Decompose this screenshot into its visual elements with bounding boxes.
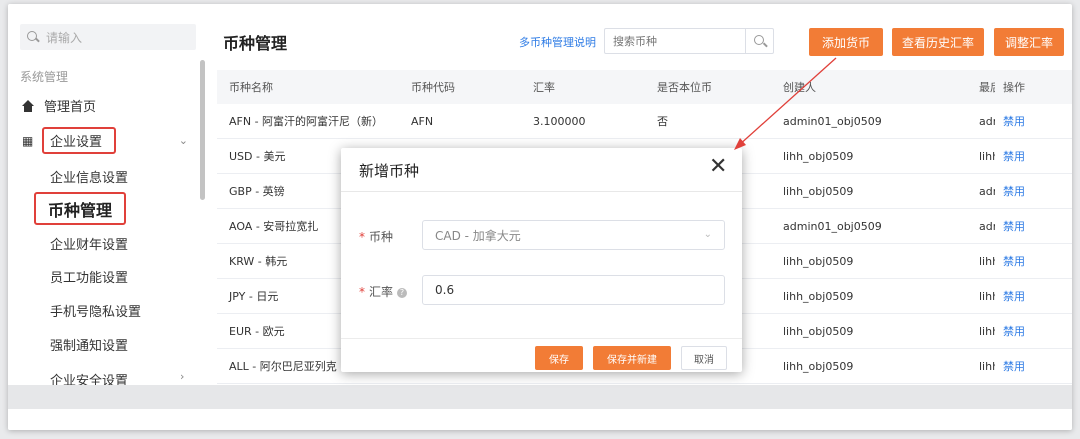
footer-spacer	[8, 409, 1072, 430]
table-cell-creator: admin01_obj0509	[783, 114, 882, 128]
table-cell-code: AFN	[411, 114, 434, 128]
table-cell-last: admi	[979, 184, 995, 198]
column-header: 汇率	[533, 81, 555, 94]
rate-label-text: 汇率	[369, 285, 394, 299]
footer-scroll-area	[8, 385, 1072, 409]
disable-link[interactable]: 禁用	[1003, 115, 1025, 128]
history-rate-button[interactable]: 查看历史汇率	[892, 28, 984, 56]
disable-link[interactable]: 禁用	[1003, 150, 1025, 163]
save-button[interactable]: 保存	[535, 346, 583, 370]
dialog-title: 新增币种	[359, 162, 420, 180]
disable-link[interactable]: 禁用	[1003, 220, 1025, 233]
save-and-new-button[interactable]: 保存并新建	[593, 346, 671, 370]
table-cell-base: 否	[657, 115, 668, 128]
divider	[341, 191, 742, 192]
grid-icon: ▦	[22, 133, 34, 148]
currency-select-value: CAD - 加拿大元	[435, 228, 521, 243]
table-cell-creator: lihh_obj0509	[783, 359, 854, 373]
disable-link[interactable]: 禁用	[1003, 185, 1025, 198]
column-header: 创建人	[783, 81, 816, 94]
close-icon[interactable]: ✕	[709, 156, 727, 178]
table-cell-action: 禁用	[995, 218, 1055, 234]
sidebar-item-forced-notice[interactable]: 强制通知设置	[50, 335, 128, 354]
table-cell-last: lihh_	[979, 289, 995, 303]
table-cell-creator: lihh_obj0509	[783, 324, 854, 338]
disable-link[interactable]: 禁用	[1003, 325, 1025, 338]
column-header: 最后	[979, 81, 995, 94]
page-title: 币种管理	[223, 34, 288, 53]
column-header: 是否本位币	[657, 81, 712, 94]
currency-select[interactable]: CAD - 加拿大元 ⌄	[422, 220, 725, 250]
currency-field-label: * 币种	[359, 228, 393, 245]
table-cell-creator: lihh_obj0509	[783, 289, 854, 303]
chevron-down-icon: ⌄	[703, 229, 712, 240]
sidebar-item-company-settings[interactable]: ▦ 企业设置 ⌄	[22, 127, 194, 154]
table-cell-last: lihh_	[979, 359, 995, 373]
help-icon[interactable]: ?	[397, 288, 408, 298]
disable-link[interactable]: 禁用	[1003, 360, 1025, 373]
currency-help-link[interactable]: 多币种管理说明	[519, 34, 596, 50]
chevron-right-icon: ›	[180, 370, 185, 383]
table-cell-last: lihh_	[979, 149, 995, 163]
table-cell-creator: lihh_obj0509	[783, 254, 854, 268]
currency-search-input[interactable]	[605, 29, 745, 53]
divider	[341, 338, 742, 339]
column-header: 操作	[1003, 81, 1025, 94]
table-header: 币种名称 币种代码 汇率 是否本位币 创建人 最后 操作	[217, 70, 1072, 104]
table-cell-creator: lihh_obj0509	[783, 149, 854, 163]
cancel-button[interactable]: 取消	[681, 346, 727, 370]
table-cell-action: 禁用	[995, 288, 1055, 304]
sidebar-item-currency[interactable]: 币种管理	[34, 192, 127, 225]
table-cell-creator: admin01_obj0509	[783, 219, 882, 233]
add-currency-dialog: 新增币种 ✕ * 币种 CAD - 加拿大元 ⌄ * 汇率? 保存 保存并新建 取消	[341, 148, 742, 372]
sidebar-search[interactable]: 请输入	[20, 24, 196, 50]
rate-field-label: * 汇率?	[359, 283, 408, 300]
table-cell-action: 禁用	[995, 148, 1055, 164]
sidebar-item-employee-function[interactable]: 员工功能设置	[50, 267, 128, 286]
adjust-rate-button[interactable]: 调整汇率	[994, 28, 1064, 56]
table-cell-last: admi	[979, 219, 995, 233]
sidebar-search-placeholder: 请输入	[46, 30, 83, 45]
column-header: 币种名称	[229, 81, 273, 94]
sidebar-item-company-info[interactable]: 企业信息设置	[50, 167, 128, 186]
table-cell-creator: lihh_obj0509	[783, 184, 854, 198]
sidebar-item-fiscal-year[interactable]: 企业财年设置	[50, 234, 128, 253]
table-cell-last: lihh_	[979, 254, 995, 268]
table-cell-action: 禁用	[995, 358, 1055, 374]
required-mark: *	[359, 230, 365, 244]
table-cell-action: 禁用	[995, 253, 1055, 269]
chevron-down-icon: ⌄	[178, 134, 188, 147]
sidebar-item-phone-privacy[interactable]: 手机号隐私设置	[50, 301, 141, 320]
column-header: 币种代码	[411, 81, 455, 94]
sidebar: 请输入 系统管理 管理首页 ▦ 企业设置 ⌄ 企业信息设置 币种管理 企业财年设…	[8, 4, 205, 389]
search-icon[interactable]	[745, 29, 773, 53]
table-cell-action: 禁用	[995, 183, 1055, 199]
table-cell-action: 禁用	[995, 323, 1055, 339]
table-cell-last: lihh_	[979, 324, 995, 338]
disable-link[interactable]: 禁用	[1003, 255, 1025, 268]
table-cell-action: 禁用	[995, 113, 1055, 129]
sidebar-item-label: 企业设置	[42, 127, 117, 154]
sidebar-item-label: 管理首页	[44, 100, 97, 115]
sidebar-group-title: 系统管理	[20, 70, 69, 84]
currency-search	[604, 28, 774, 54]
required-mark: *	[359, 285, 365, 299]
table-cell-rate: 3.100000	[533, 114, 586, 128]
table-cell-name: AFN - 阿富汗的阿富汗尼（新）	[229, 115, 384, 128]
add-currency-button[interactable]: 添加货币	[809, 28, 883, 56]
currency-label-text: 币种	[369, 230, 394, 244]
table-cell-last: admi	[979, 114, 995, 128]
disable-link[interactable]: 禁用	[1003, 290, 1025, 303]
rate-input[interactable]	[422, 275, 725, 305]
sidebar-item-home[interactable]: 管理首页	[22, 96, 96, 115]
home-icon	[22, 99, 34, 112]
search-icon	[26, 30, 40, 44]
table-row: AFN - 阿富汗的阿富汗尼（新） AFN 3.100000 否 admin01_obj…	[217, 104, 1072, 139]
